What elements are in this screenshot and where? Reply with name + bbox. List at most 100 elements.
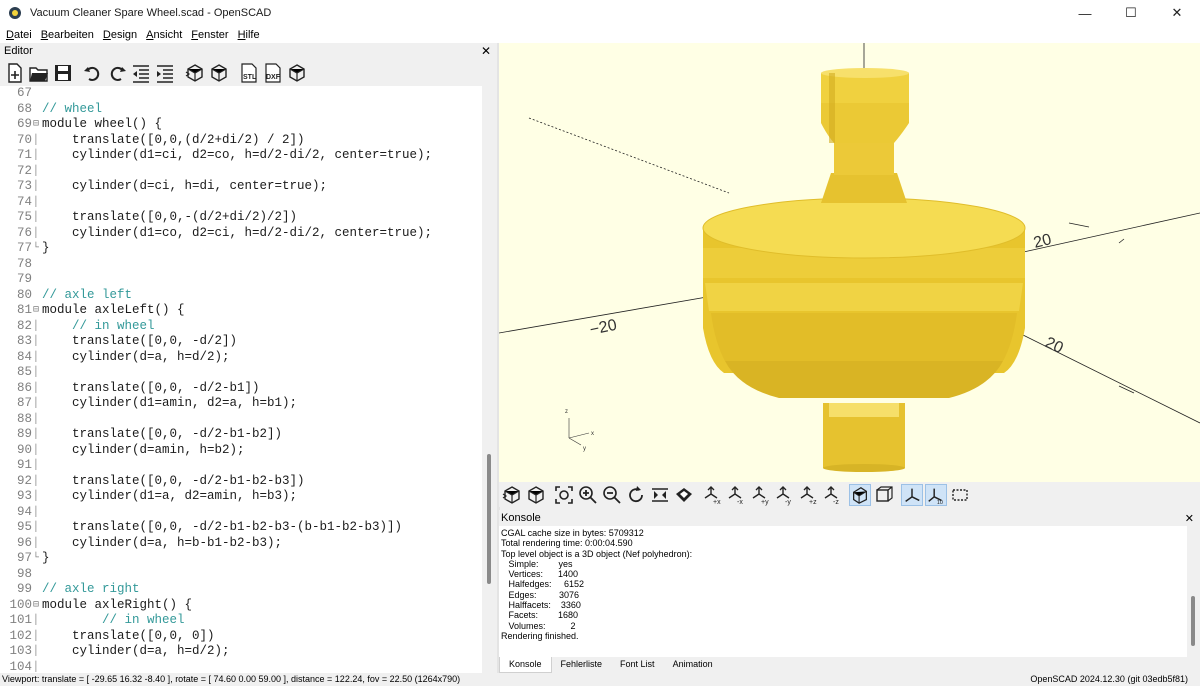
code-editor[interactable]: 67 68// wheel 69 ⊟ module wheel() {70 │ trans… <box>0 86 482 673</box>
view-bottom-button[interactable]: -z <box>821 484 843 506</box>
code-text: translate([0,0,(d/2+di/2) / 2]) <box>42 132 305 147</box>
menu-fenster[interactable]: Fenster <box>188 29 231 41</box>
view-top-button[interactable]: +z <box>797 484 819 506</box>
new-file-icon <box>8 62 22 83</box>
close-editor-button[interactable]: ✕ <box>481 44 491 58</box>
view-right-button[interactable]: +x <box>701 484 723 506</box>
perspective-button[interactable] <box>849 483 871 506</box>
fold-marker: │ <box>33 398 40 409</box>
unindent-button[interactable] <box>130 62 152 84</box>
export-dxf-button[interactable]: DXF <box>262 62 284 84</box>
wheel-body <box>702 197 1026 398</box>
redo-button[interactable] <box>106 62 128 84</box>
render-icon <box>528 485 544 504</box>
undo-button[interactable] <box>82 62 104 84</box>
view-back-button[interactable]: +y <box>749 484 771 506</box>
svg-text:-x: -x <box>737 499 743 506</box>
show-scale-markers-button[interactable]: 10 <box>925 483 947 506</box>
render-button[interactable] <box>525 484 547 506</box>
code-text: cylinder(d=ci, h=di, center=true); <box>42 179 328 193</box>
surface-icon <box>676 487 692 502</box>
open-file-button[interactable] <box>28 62 50 84</box>
show-edges-button[interactable] <box>949 484 971 506</box>
code-text: translate([0,0, -d/2]) <box>42 334 238 348</box>
line-number: 94 <box>16 504 32 519</box>
line-number: 92 <box>16 473 32 488</box>
editor-scrollbar-thumb[interactable] <box>487 454 491 584</box>
view-all-button[interactable] <box>553 484 575 506</box>
tab-animation[interactable]: Animation <box>664 657 722 673</box>
view-mirror-button[interactable] <box>649 484 671 506</box>
tab-fehlerliste[interactable]: Fehlerliste <box>552 657 612 673</box>
new-file-button[interactable] <box>4 62 26 84</box>
reset-view-button[interactable] <box>625 484 647 506</box>
menu-ansicht[interactable]: Ansicht <box>143 29 185 41</box>
console-scrollbar[interactable] <box>1187 526 1200 657</box>
console-line: CGAL cache size in bytes: 5709312 <box>501 528 644 538</box>
fold-marker: │ <box>33 646 40 657</box>
tab-font-list[interactable]: Font List <box>611 657 664 673</box>
code-line: 89 │ translate([0,0, -d/2-b1-b2]) <box>0 427 482 443</box>
indent-button[interactable] <box>154 62 176 84</box>
console-line: Simple: yes <box>501 558 573 569</box>
show-axes-button[interactable] <box>901 483 923 506</box>
console-scrollbar-thumb[interactable] <box>1191 596 1195 646</box>
orthogonal-button[interactable] <box>873 484 895 506</box>
code-line: 98 <box>0 567 482 583</box>
code-line: 100 ⊟ module axleRight() { <box>0 598 482 614</box>
maximize-button[interactable]: ☐ <box>1108 0 1154 26</box>
redo-icon <box>110 66 126 81</box>
preview-button[interactable] <box>501 484 523 506</box>
tab-konsole[interactable]: Konsole <box>499 657 552 673</box>
svg-text:+x: +x <box>713 499 721 506</box>
close-console-button[interactable]: ✕ <box>1185 512 1194 525</box>
close-window-button[interactable]: ✕ <box>1154 0 1200 26</box>
svg-text:-z: -z <box>833 499 839 506</box>
editor-scrollbar[interactable] <box>483 86 497 673</box>
code-text: translate([0,0, -d/2-b1-b2-b3-(b-b1-b2-b… <box>42 520 403 534</box>
code-text: translate([0,0, -d/2-b1-b2-b3]) <box>42 473 305 488</box>
preview-button[interactable] <box>184 62 206 84</box>
line-number: 101 <box>9 613 32 627</box>
console-output[interactable]: CGAL cache size in bytes: 5709312 Total r… <box>499 526 1187 657</box>
fold-marker: │ <box>33 491 40 502</box>
code-line: 67 <box>0 86 482 102</box>
minimize-button[interactable]: — <box>1062 0 1108 26</box>
code-line: 77 └} <box>0 241 482 257</box>
3d-viewport[interactable]: −20 20 20 z x y <box>499 43 1200 482</box>
line-number: 87 <box>16 396 32 410</box>
code-text: } <box>42 241 50 255</box>
code-line: 69 ⊟ module wheel() { <box>0 117 482 133</box>
save-button[interactable] <box>52 62 74 84</box>
send-to-3d-print-button[interactable] <box>286 62 308 84</box>
svg-text:DXF: DXF <box>266 74 281 81</box>
line-number: 98 <box>16 566 32 581</box>
fold-marker[interactable]: ⊟ <box>33 303 41 319</box>
zoom-in-button[interactable] <box>577 484 599 506</box>
fold-marker[interactable]: ⊟ <box>33 598 41 614</box>
menu-bearbeiten[interactable]: Bearbeiten <box>38 29 97 41</box>
view-front-button[interactable]: -y <box>773 484 795 506</box>
fold-marker: │ <box>33 227 40 239</box>
zoom-out-button[interactable] <box>601 484 623 506</box>
line-number: 100 <box>9 597 32 612</box>
surface-button[interactable] <box>673 484 695 506</box>
menu-datei[interactable]: Datei <box>3 29 35 41</box>
fold-marker: │ <box>33 413 40 425</box>
view-back-icon: +y <box>752 485 769 506</box>
render-button[interactable] <box>208 62 230 84</box>
fold-marker: │ <box>33 212 40 223</box>
console-header: Konsole ✕ <box>499 510 1200 526</box>
view-left-button[interactable]: -x <box>725 484 747 506</box>
line-number: 75 <box>16 210 32 224</box>
fold-marker[interactable]: ⊟ <box>33 117 41 133</box>
menu-design[interactable]: Design <box>100 29 140 41</box>
editor-title: Editor <box>4 45 33 57</box>
menu-hilfe[interactable]: Hilfe <box>235 29 263 41</box>
console-line: Total rendering time: 0:00:04.590 <box>501 538 633 549</box>
code-text: translate([0,0, 0]) <box>42 628 215 643</box>
openscad-window: Vacuum Cleaner Spare Wheel.scad - OpenSC… <box>0 0 1200 686</box>
show-scale-markers-icon: 10 <box>928 488 943 506</box>
console-line: Edges: 3076 <box>501 589 580 600</box>
export-stl-button[interactable]: STL <box>238 62 260 84</box>
